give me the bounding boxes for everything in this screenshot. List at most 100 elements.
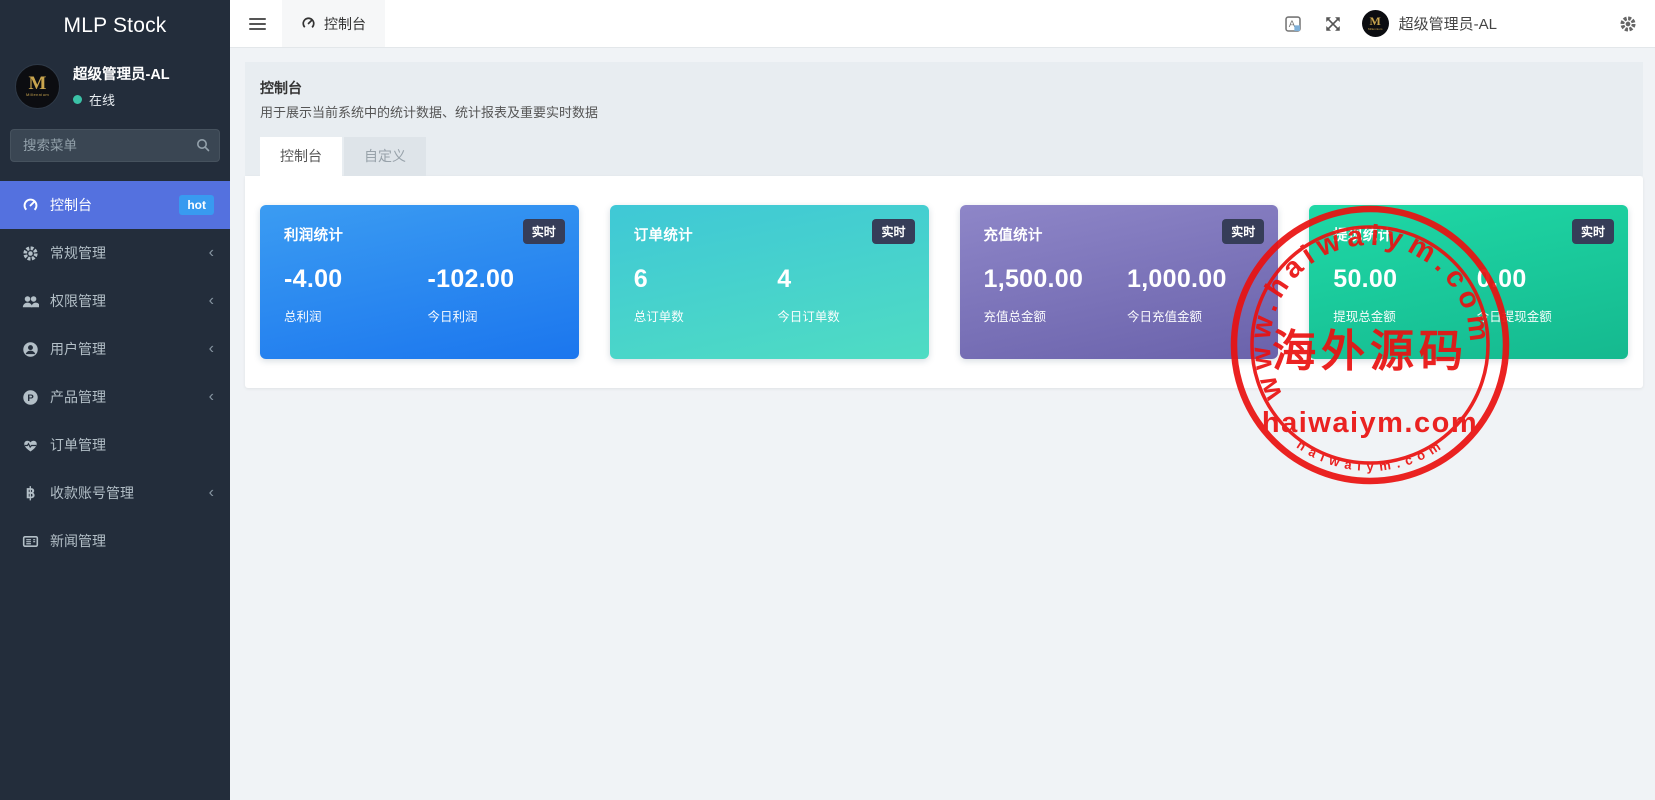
navbar-avatar[interactable]: M Millennium bbox=[1362, 10, 1389, 37]
sidebar-user-panel: M Millennium 超级管理员-AL 在线 bbox=[0, 50, 230, 119]
sidebar-item-permissions[interactable]: 权限管理 ‹ bbox=[0, 277, 230, 325]
stat-value: 1,000.00 bbox=[1127, 265, 1254, 294]
gears-icon bbox=[22, 245, 39, 262]
sidebar-user-name: 超级管理员-AL bbox=[73, 63, 170, 84]
sidebar-item-label: 用户管理 bbox=[50, 339, 106, 359]
stat-value: 4 bbox=[777, 265, 904, 294]
sidebar-item-label: 常规管理 bbox=[50, 243, 106, 263]
realtime-badge: 实时 bbox=[1222, 219, 1264, 244]
navbar-tab-label: 控制台 bbox=[324, 14, 366, 34]
chevron-left-icon: ‹ bbox=[209, 389, 214, 405]
sidebar-item-products[interactable]: P 产品管理 ‹ bbox=[0, 373, 230, 421]
svg-text:haiwaiym.com: haiwaiym.com bbox=[1294, 435, 1448, 474]
sidebar-search bbox=[10, 129, 220, 162]
realtime-badge: 实时 bbox=[872, 219, 914, 244]
sidebar-item-label: 权限管理 bbox=[50, 291, 106, 311]
stat-label: 今日订单数 bbox=[777, 306, 904, 325]
stat-value: -4.00 bbox=[284, 265, 427, 294]
chevron-left-icon: ‹ bbox=[209, 341, 214, 357]
sidebar-item-label: 新闻管理 bbox=[50, 531, 106, 551]
sidebar: MLP Stock M Millennium 超级管理员-AL 在线 bbox=[0, 0, 230, 800]
page-title: 控制台 bbox=[260, 79, 1628, 98]
card-values: -4.00 总利润 -102.00 今日利润 bbox=[284, 265, 555, 325]
avatar-letter: M bbox=[29, 75, 47, 92]
sidebar-item-label: 订单管理 bbox=[50, 435, 106, 455]
avatar: M Millennium bbox=[15, 64, 60, 109]
sidebar-item-general[interactable]: 常规管理 ‹ bbox=[0, 229, 230, 277]
content-tabs: 控制台 自定义 bbox=[260, 137, 1628, 176]
card-title: 利润统计 bbox=[284, 224, 555, 245]
fullscreen-icon[interactable] bbox=[1324, 15, 1342, 33]
chevron-left-icon: ‹ bbox=[209, 293, 214, 309]
top-navbar: 控制台 A M Millennium 超级管理员-AL bbox=[230, 0, 1655, 48]
hot-badge: hot bbox=[179, 195, 214, 215]
navbar-tab-dashboard[interactable]: 控制台 bbox=[282, 0, 385, 47]
stats-panel: 利润统计 实时 -4.00 总利润 -102.00 今日利润 订单统计 实时 bbox=[245, 176, 1643, 388]
navbar-right: A M Millennium 超级管理员-AL bbox=[1262, 0, 1655, 47]
page-header: 控制台 用于展示当前系统中的统计数据、统计报表及重要实时数据 控制台 自定义 bbox=[245, 62, 1643, 176]
stat-value: -102.00 bbox=[427, 265, 554, 294]
sidebar-user-status: 在线 bbox=[73, 90, 170, 109]
stat-value: 50.00 bbox=[1333, 265, 1476, 294]
btc-icon: ฿ bbox=[22, 485, 39, 502]
newspaper-icon bbox=[22, 533, 39, 550]
navbar-username[interactable]: 超级管理员-AL bbox=[1399, 13, 1497, 34]
stat-label: 今日充值金额 bbox=[1127, 306, 1254, 325]
sidebar-item-users[interactable]: 用户管理 ‹ bbox=[0, 325, 230, 373]
card-title: 充值统计 bbox=[984, 224, 1255, 245]
realtime-badge: 实时 bbox=[523, 219, 565, 244]
svg-text:P: P bbox=[27, 393, 34, 404]
tab-custom[interactable]: 自定义 bbox=[344, 137, 426, 176]
heartbeat-icon bbox=[22, 437, 39, 454]
sidebar-item-label: 控制台 bbox=[50, 195, 92, 215]
settings-gears-icon[interactable] bbox=[1619, 15, 1637, 33]
page-subtitle: 用于展示当前系统中的统计数据、统计报表及重要实时数据 bbox=[260, 104, 1628, 122]
chevron-left-icon: ‹ bbox=[209, 485, 214, 501]
card-values: 50.00 提现总金额 0.00 今日提现金额 bbox=[1333, 265, 1604, 325]
avatar-caption: Millennium bbox=[26, 92, 49, 97]
card-title: 提现统计 bbox=[1333, 224, 1604, 245]
withdrawal-stats-card: 提现统计 实时 50.00 提现总金额 0.00 今日提现金额 bbox=[1309, 205, 1628, 359]
stat-label: 总利润 bbox=[284, 306, 427, 325]
app-brand: MLP Stock bbox=[0, 0, 230, 50]
sidebar-item-payment-accounts[interactable]: ฿ 收款账号管理 ‹ bbox=[0, 469, 230, 517]
product-icon: P bbox=[22, 389, 39, 406]
online-status-label: 在线 bbox=[89, 90, 115, 109]
watermark-center-en: haiwaiym.com bbox=[1262, 407, 1478, 439]
card-title: 订单统计 bbox=[634, 224, 905, 245]
language-icon[interactable]: A bbox=[1284, 15, 1302, 33]
watermark-ring-text-bottom: haiwaiym.com bbox=[1294, 435, 1448, 474]
card-values: 1,500.00 充值总金额 1,000.00 今日充值金额 bbox=[984, 265, 1255, 325]
stat-value: 0.00 bbox=[1477, 265, 1604, 294]
sidebar-item-dashboard[interactable]: 控制台 hot bbox=[0, 181, 230, 229]
stat-value: 6 bbox=[634, 265, 777, 294]
stat-label: 总订单数 bbox=[634, 306, 777, 325]
sidebar-menu: 控制台 hot 常规管理 ‹ 权限管理 ‹ bbox=[0, 181, 230, 565]
main-area: 控制台 A M Millennium 超级管理员-AL bbox=[230, 0, 1655, 800]
gauge-icon bbox=[301, 16, 316, 31]
users-icon bbox=[22, 293, 39, 310]
stat-label: 今日提现金额 bbox=[1477, 306, 1604, 325]
page-content: 控制台 用于展示当前系统中的统计数据、统计报表及重要实时数据 控制台 自定义 利… bbox=[230, 48, 1655, 800]
card-values: 6 总订单数 4 今日订单数 bbox=[634, 265, 905, 325]
stat-label: 今日利润 bbox=[427, 306, 554, 325]
stat-label: 充值总金额 bbox=[984, 306, 1127, 325]
search-icon[interactable] bbox=[195, 137, 211, 153]
stat-label: 提现总金额 bbox=[1333, 306, 1476, 325]
tab-dashboard[interactable]: 控制台 bbox=[260, 137, 342, 176]
sidebar-user-info: 超级管理员-AL 在线 bbox=[73, 63, 170, 109]
order-stats-card: 订单统计 实时 6 总订单数 4 今日订单数 bbox=[610, 205, 929, 359]
realtime-badge: 实时 bbox=[1572, 219, 1614, 244]
sidebar-item-label: 产品管理 bbox=[50, 387, 106, 407]
sidebar-toggle-button[interactable] bbox=[240, 8, 275, 40]
online-status-dot bbox=[73, 95, 82, 104]
recharge-stats-card: 充值统计 实时 1,500.00 充值总金额 1,000.00 今日充值金额 bbox=[960, 205, 1279, 359]
user-circle-icon bbox=[22, 341, 39, 358]
search-input[interactable] bbox=[10, 129, 220, 162]
stat-value: 1,500.00 bbox=[984, 265, 1127, 294]
chevron-left-icon: ‹ bbox=[209, 245, 214, 261]
profit-stats-card: 利润统计 实时 -4.00 总利润 -102.00 今日利润 bbox=[260, 205, 579, 359]
sidebar-item-news[interactable]: 新闻管理 bbox=[0, 517, 230, 565]
gauge-icon bbox=[22, 197, 39, 214]
sidebar-item-orders[interactable]: 订单管理 bbox=[0, 421, 230, 469]
